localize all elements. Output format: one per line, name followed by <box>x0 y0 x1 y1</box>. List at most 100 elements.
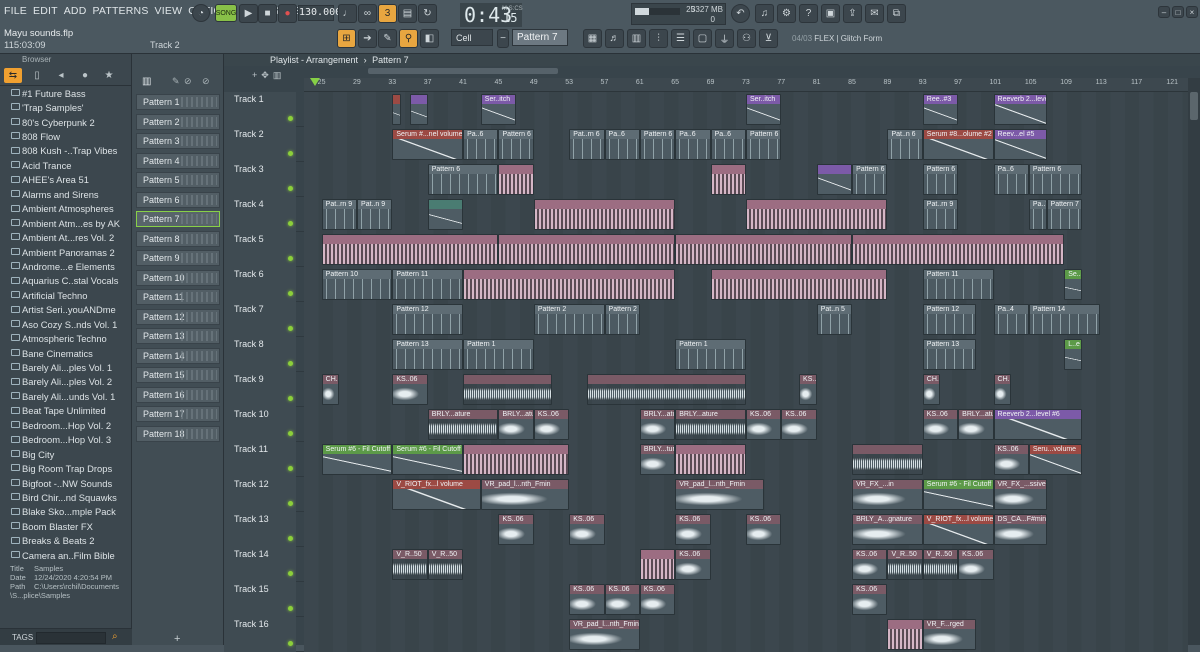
browser-folder-item[interactable]: Ambient Atmospheres <box>0 202 132 216</box>
playlist-clip[interactable]: Ree..#3 <box>922 94 959 125</box>
playlist-clip[interactable]: BRLY...ature <box>958 409 994 440</box>
browser-folder-item[interactable]: AHEE's Area 51 <box>0 173 132 187</box>
browser-icon[interactable]: ☰ <box>671 29 690 48</box>
pattern-item[interactable]: Pattern 17 <box>136 406 220 422</box>
person-icon[interactable]: ⚇ <box>737 29 756 48</box>
playlist-clip[interactable]: Serum #...nel volume <box>392 129 464 160</box>
browser-folder-item[interactable]: Big Room Trap Drops <box>0 461 132 475</box>
close-icon[interactable]: × <box>1186 6 1198 18</box>
undo-icon[interactable]: ↶ <box>731 4 750 23</box>
browser-folder-item[interactable]: Big City <box>0 447 132 461</box>
track-lane[interactable] <box>304 232 1188 267</box>
pattern-item[interactable]: Pattern 15 <box>136 367 220 383</box>
playlist-clip[interactable]: Serum #8...olume #2 <box>922 129 994 160</box>
song-mode-toggle[interactable]: SONG <box>215 4 237 22</box>
pattern-item[interactable]: Pattern 16 <box>136 386 220 403</box>
track-mute-led[interactable] <box>288 361 293 366</box>
playlist-clip[interactable]: Pattern 12 <box>392 304 464 335</box>
browser-folder-item[interactable]: Bigfoot -..NW Sounds <box>0 476 132 490</box>
track-lane[interactable]: KS..06 KS..06 KS..06 KS..06 <box>304 582 1188 617</box>
playlist-clip[interactable]: Se..e <box>1064 269 1082 300</box>
playlist-clip[interactable]: V_R..50 <box>887 549 923 580</box>
playlist-clip[interactable]: Pat..rn 6 <box>569 129 605 160</box>
playlist-clip[interactable]: Pattern 6 <box>746 129 782 160</box>
track-lane[interactable]: VR_pad_l...nth_Fmin VR_F...rged <box>304 617 1188 652</box>
horizontal-scroll[interactable] <box>304 66 1188 76</box>
record-button[interactable]: ● <box>278 4 297 23</box>
playlist-clip[interactable]: Pattern 6 <box>427 164 499 195</box>
step-edit-icon[interactable]: ▤ <box>398 4 417 23</box>
playlist-clip[interactable]: BRLY...ture <box>639 444 676 475</box>
browser-tab-online[interactable]: ● <box>76 68 94 83</box>
track-mute-led[interactable] <box>288 536 293 541</box>
network-icon[interactable]: ⧉ <box>887 4 906 23</box>
track-mute-led[interactable] <box>288 501 293 506</box>
playlist-clip[interactable] <box>321 234 499 265</box>
track-header[interactable]: Track 5 <box>224 232 296 267</box>
plugin-icon[interactable]: ⏚ <box>715 29 734 48</box>
playlist-snap-icon[interactable]: ⊞ <box>337 29 356 48</box>
playlist-keys-icon[interactable]: ▥ <box>273 70 282 81</box>
playlist-clip[interactable] <box>533 199 676 230</box>
playlist-clip[interactable] <box>675 234 853 265</box>
playlist-clip[interactable]: Pa..6 <box>710 129 746 160</box>
playlist-clip[interactable]: Pa..6 <box>463 129 499 160</box>
menu-file[interactable]: FILE <box>4 5 27 17</box>
playlist-clip[interactable] <box>887 619 923 650</box>
pattern-item[interactable]: Pattern 3 <box>136 133 220 149</box>
playlist-clip[interactable]: KS..06 <box>958 549 994 580</box>
playlist-clip[interactable]: Pattern 6 <box>852 164 888 195</box>
pencil-tool-icon[interactable]: ✎ <box>378 29 397 48</box>
track-mute-led[interactable] <box>288 606 293 611</box>
faders-icon[interactable]: ⫶ <box>649 29 668 48</box>
playlist-clip[interactable]: V_R..50 <box>427 549 464 580</box>
playlist-clip[interactable]: KS..06 <box>392 374 428 405</box>
track-header[interactable]: Track 10 <box>224 407 296 442</box>
pattern-item[interactable]: Pattern 5 <box>136 172 220 188</box>
browser-folder-item[interactable]: Blake Sko...mple Pack <box>0 505 132 519</box>
playlist-clip[interactable]: CH..2 <box>922 374 941 405</box>
track-lane[interactable]: KS..06 KS..06 KS..06 KS..06 BRLY_A...gnature… <box>304 512 1188 547</box>
snap-select[interactable]: Cell <box>451 29 493 46</box>
pattern-prev-icon[interactable]: − <box>497 29 509 48</box>
playlist-clip[interactable]: Pattern 13 <box>922 339 976 370</box>
playlist-clip[interactable] <box>852 444 923 475</box>
playlist-add-icon[interactable]: + <box>252 70 257 80</box>
playlist-drag-icon[interactable]: ✥ <box>261 70 269 81</box>
playlist-clip[interactable]: Pattern 1 <box>675 339 746 370</box>
playlist-clip[interactable] <box>710 164 746 195</box>
mixer-icon[interactable]: ♫ <box>755 4 774 23</box>
playlist-clip[interactable]: KS..06 <box>604 584 640 615</box>
playlist-clip[interactable]: Seru...volume <box>1028 444 1082 475</box>
browser-tab-plugins[interactable]: ◂ <box>52 68 70 83</box>
pattern-item[interactable]: Pattern 14 <box>136 347 220 364</box>
browser-folder-item[interactable]: Bane Cinematics <box>0 346 132 360</box>
track-header[interactable]: Track 2 <box>224 127 296 162</box>
track-mute-led[interactable] <box>288 291 293 296</box>
pattern-item[interactable]: Pattern 8 <box>136 230 220 247</box>
browser-tab-all[interactable]: ⇆ <box>4 68 22 83</box>
playlist-clip[interactable] <box>392 94 402 125</box>
playlist-clip[interactable]: V_R..50 <box>922 549 959 580</box>
playlist-clip[interactable] <box>498 234 676 265</box>
maximize-icon[interactable]: □ <box>1172 6 1184 18</box>
channel-rack-icon[interactable]: ⚙ <box>777 4 796 23</box>
track-mute-led[interactable] <box>288 221 293 226</box>
playlist-clip[interactable]: KS..06 <box>993 444 1029 475</box>
track-lane[interactable]: Ser..itch Ser..itch Ree..#3 Reeverb 2...lev… <box>304 92 1188 127</box>
save-icon[interactable]: ▣ <box>821 4 840 23</box>
pattern-item[interactable]: Pattern 10 <box>136 269 220 286</box>
playlist-clip[interactable]: Pa..7 <box>1028 199 1047 230</box>
pattern-item[interactable]: Pattern 6 <box>136 191 220 208</box>
browser-folder-item[interactable]: Bedroom...Hop Vol. 3 <box>0 433 132 447</box>
pattern-item[interactable]: Pattern 13 <box>136 328 220 344</box>
browser-folder-item[interactable]: Breaks & Beats 2 <box>0 534 132 548</box>
track-mute-led[interactable] <box>288 431 293 436</box>
playlist-clip[interactable]: Pa..6 <box>604 129 640 160</box>
playlist-clip[interactable]: KS..06 <box>675 514 711 545</box>
browser-folder-item[interactable]: Artificial Techno <box>0 288 132 302</box>
playlist-clip[interactable] <box>852 234 1065 265</box>
mixer-strip-icon[interactable]: ▥ <box>627 29 646 48</box>
pattern-item[interactable]: Pattern 2 <box>136 113 220 130</box>
browser-folder-item[interactable]: #1 Future Bass <box>0 86 132 100</box>
